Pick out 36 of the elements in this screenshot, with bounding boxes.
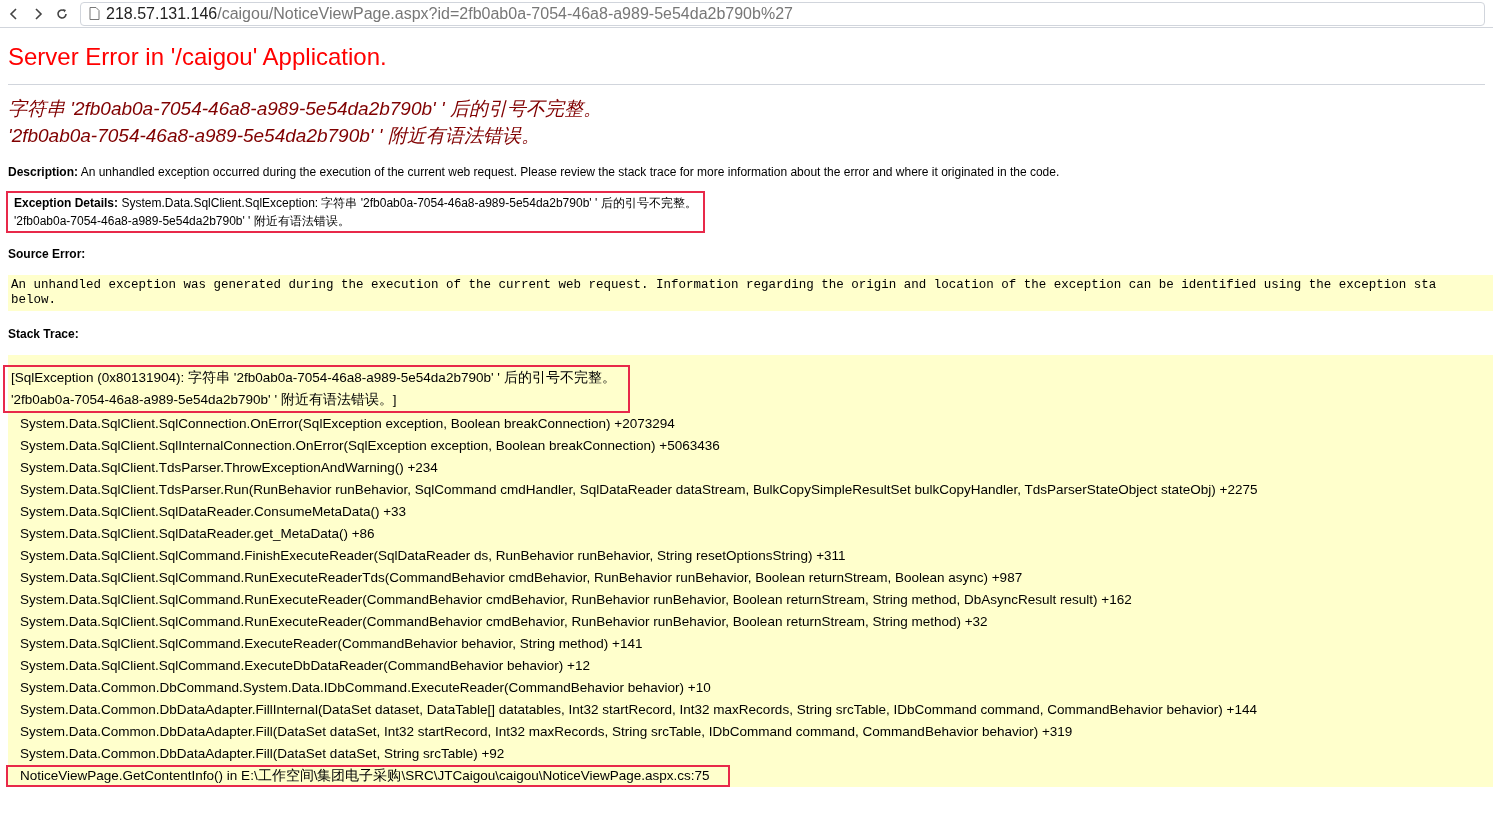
url-text: 218.57.131.146/caigou/NoticeViewPage.aspx?id=2fb0ab0a-7054-46a8-a989-5e54da2b790b%27 xyxy=(106,3,793,24)
back-icon[interactable] xyxy=(8,7,20,20)
stack-frame: NoticeViewPage.GetContentInfo() in E:\工作空间\集团电子采购\SRC\JTCaigou\caigou\NoticeViewPage.aspx.cs:75 xyxy=(6,765,730,787)
error-message: '2fb0ab0a-7054-46a8-a989-5e54da2b790b' ' 附近有语法错误。 xyxy=(8,124,541,148)
exception-label: Exception Details: xyxy=(14,196,119,210)
source-error-label: Source Error: xyxy=(8,246,87,263)
stack-frame: System.Data.Common.DbDataAdapter.FillInternal(DataSet dataset, DataTable[] datatables, Int32 startRecord, Int32 maxRecords, String srcTable, IDbCommand command, CommandBehavior behavior) +144 xyxy=(6,699,1277,721)
stack-frame: System.Data.SqlClient.SqlCommand.FinishExecuteReader(SqlDataReader ds, RunBehavior runBehavior, String resetOptionsString) +311 xyxy=(6,545,866,567)
stack-frame: System.Data.SqlClient.TdsParser.Run(RunBehavior runBehavior, SqlCommand cmdHandler, SqlDataReader dataStream, BulkCopySimpleResultSet bulkCopyHandler, TdsParserStateObject stateObj) +2275 xyxy=(6,479,1278,501)
description-text: Description: An unhandled exception occurred during the execution of the current web request. Please review the stack trace for more information about the error and where it originated in the code. xyxy=(8,164,1061,181)
address-bar[interactable]: 218.57.131.146/caigou/NoticeViewPage.aspx?id=2fb0ab0a-7054-46a8-a989-5e54da2b790b%27 xyxy=(80,1,1485,26)
source-error-line: An unhandled exception was generated during the execution of the current web request. Information regarding the origin and location of the exception can be identified using the exception sta xyxy=(11,278,1438,293)
stack-frame: System.Data.SqlClient.TdsParser.ThrowExceptionAndWarning() +234 xyxy=(6,457,458,479)
stack-frame: System.Data.SqlClient.SqlConnection.OnError(SqlException exception, Boolean breakConnection) +2073294 xyxy=(6,413,695,435)
stack-frame: System.Data.SqlClient.SqlDataReader.ConsumeMetaData() +33 xyxy=(6,501,427,523)
stack-frame: System.Data.Common.DbCommand.System.Data.IDbCommand.ExecuteReader(CommandBehavior behavior) +10 xyxy=(6,677,731,699)
page-icon xyxy=(89,7,100,20)
page-title: Server Error in '/caigou' Application. xyxy=(8,42,388,72)
exception-text: '2fb0ab0a-7054-46a8-a989-5e54da2b790b' ' 附近有语法错误。 xyxy=(14,213,351,230)
forward-icon[interactable] xyxy=(32,7,44,20)
error-message: 字符串 '2fb0ab0a-7054-46a8-a989-5e54da2b790b' ' 后的引号不完整。 xyxy=(8,97,603,121)
stack-frame: System.Data.SqlClient.SqlCommand.RunExecuteReader(CommandBehavior cmdBehavior, RunBehavior runBehavior, Boolean returnStream, String method, DbAsyncResult result) +162 xyxy=(6,589,1152,611)
stack-frame: System.Data.SqlClient.SqlDataReader.get_MetaData() +86 xyxy=(6,523,395,545)
exception-text: System.Data.SqlClient.SqlException: 字符串 '2fb0ab0a-7054-46a8-a989-5e54da2b790b' ' 后的引号不完整。 xyxy=(121,196,697,210)
stack-frame: System.Data.SqlClient.SqlInternalConnection.OnError(SqlException exception, Boolean breakConnection) +5063436 xyxy=(6,435,740,457)
stack-frame: System.Data.SqlClient.SqlCommand.ExecuteDbDataReader(CommandBehavior behavior) +12 xyxy=(6,655,610,677)
stack-frame: System.Data.Common.DbDataAdapter.Fill(DataSet dataSet, String srcTable) +92 xyxy=(6,743,525,765)
reload-icon[interactable] xyxy=(56,7,68,20)
stack-trace-label: Stack Trace: xyxy=(8,326,80,343)
exception-message: '2fb0ab0a-7054-46a8-a989-5e54da2b790b' ' 附近有语法错误。] xyxy=(11,391,398,409)
stack-frame: System.Data.Common.DbDataAdapter.Fill(DataSet dataSet, Int32 startRecord, Int32 maxRecords, String srcTable, IDbCommand command, CommandBehavior behavior) +319 xyxy=(6,721,1093,743)
source-error-line: below. xyxy=(11,293,57,308)
stack-frame: System.Data.SqlClient.SqlCommand.RunExecuteReader(CommandBehavior cmdBehavior, RunBehavior runBehavior, Boolean returnStream, String method) +32 xyxy=(6,611,1008,633)
stack-frame: System.Data.SqlClient.SqlCommand.RunExecuteReaderTds(CommandBehavior cmdBehavior, RunBehavior runBehavior, Boolean returnStream, Boolean async) +987 xyxy=(6,567,1043,589)
stack-frame: System.Data.SqlClient.SqlCommand.ExecuteReader(CommandBehavior behavior, String method) +141 xyxy=(6,633,663,655)
exception-message: [SqlException (0x80131904): 字符串 '2fb0ab0a-7054-46a8-a989-5e54da2b790b' ' 后的引号不完整。 xyxy=(11,369,616,387)
